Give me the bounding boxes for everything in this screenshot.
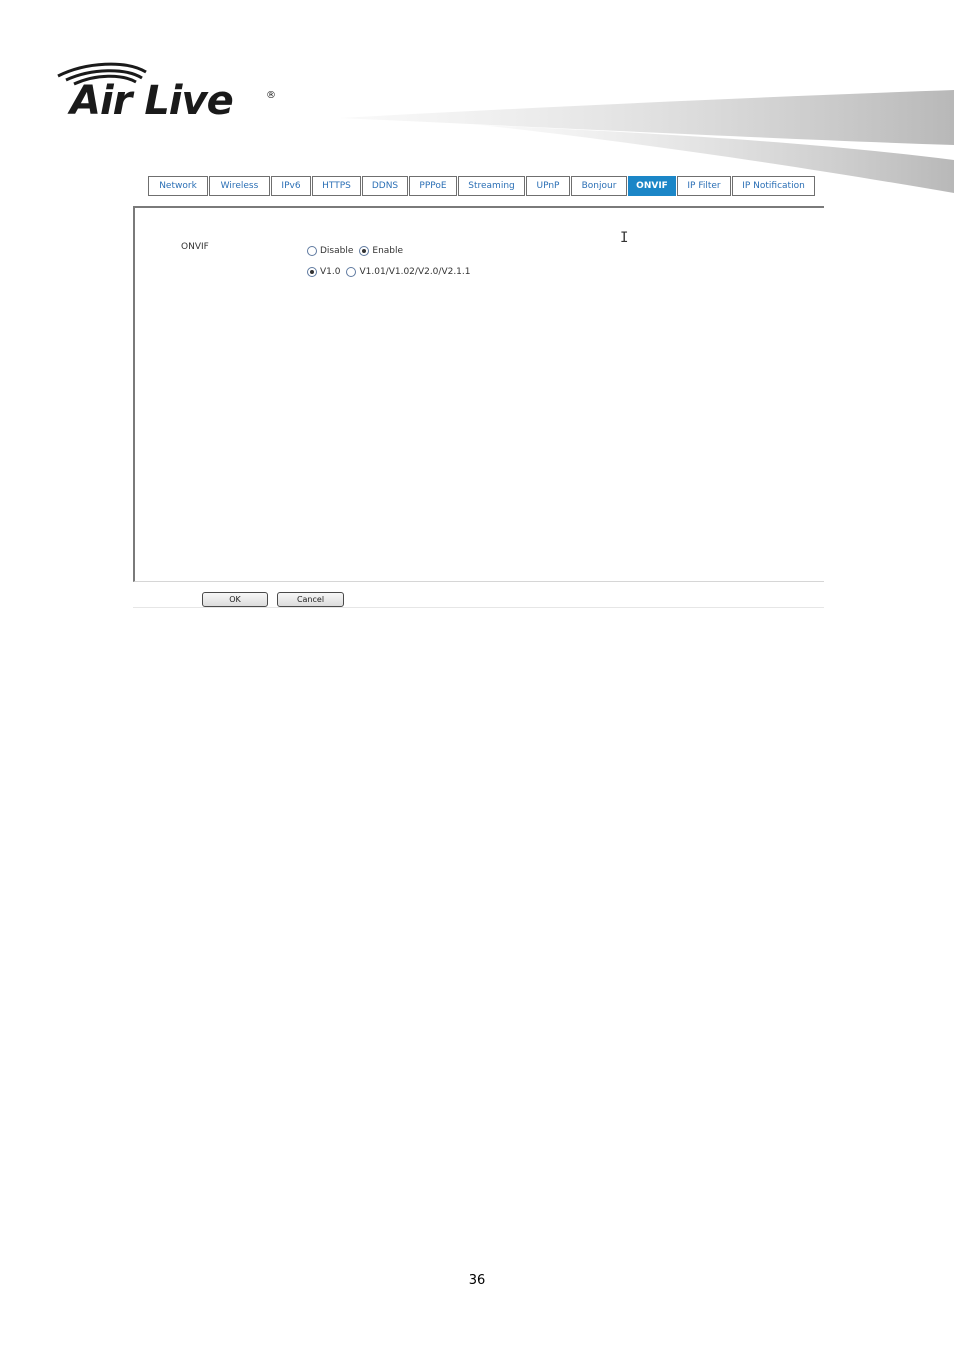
ok-button[interactable]: OK <box>202 592 268 607</box>
tab-wireless[interactable]: Wireless <box>209 176 270 196</box>
tab-streaming[interactable]: Streaming <box>458 176 525 196</box>
tab-pppoe[interactable]: PPPoE <box>409 176 457 196</box>
airlive-logo: Air Live ® <box>56 60 286 126</box>
tab-ddns[interactable]: DDNS <box>362 176 408 196</box>
form-footer: OK Cancel <box>133 583 824 608</box>
onvif-version-radio-group: V1.0 V1.01/V1.02/V2.0/V2.1.1 <box>307 267 477 277</box>
disable-radio-label[interactable]: Disable <box>320 246 353 256</box>
logo-text: Air Live <box>70 78 234 124</box>
cancel-button[interactable]: Cancel <box>277 592 344 607</box>
tab-network[interactable]: Network <box>148 176 208 196</box>
enable-radio[interactable] <box>359 246 370 256</box>
version-v1-01-v2-1-1-radio[interactable] <box>346 267 357 277</box>
enable-radio-label[interactable]: Enable <box>372 246 403 256</box>
disable-radio[interactable] <box>307 246 317 256</box>
text-cursor-icon: I <box>620 230 629 246</box>
version-v1-0-label[interactable]: V1.0 <box>320 267 340 277</box>
tab-upnp[interactable]: UPnP <box>526 176 570 196</box>
tab-bonjour[interactable]: Bonjour <box>571 176 627 196</box>
page-number: 36 <box>468 1273 486 1288</box>
tab-ipv6[interactable]: IPv6 <box>271 176 311 196</box>
version-v1-01-v2-1-1-label[interactable]: V1.01/V1.02/V2.0/V2.1.1 <box>359 267 470 277</box>
radio-selected-dot-icon <box>310 270 314 274</box>
registered-mark: ® <box>266 90 276 101</box>
tab-https[interactable]: HTTPS <box>312 176 361 196</box>
tab-onvif[interactable]: ONVIF <box>628 176 676 196</box>
radio-selected-dot-icon <box>362 249 367 253</box>
tab-ip-notification[interactable]: IP Notification <box>732 176 815 196</box>
onvif-settings-panel: ONVIF Disable Enable V1.0 V1.01/V1.02/V2… <box>133 206 824 582</box>
settings-tab-bar: Network Wireless IPv6 HTTPS DDNS PPPoE S… <box>148 176 816 196</box>
onvif-field-label: ONVIF <box>181 242 209 252</box>
version-v1-0-radio[interactable] <box>307 267 317 277</box>
onvif-mode-radio-group: Disable Enable <box>307 246 409 256</box>
tab-ip-filter[interactable]: IP Filter <box>677 176 731 196</box>
